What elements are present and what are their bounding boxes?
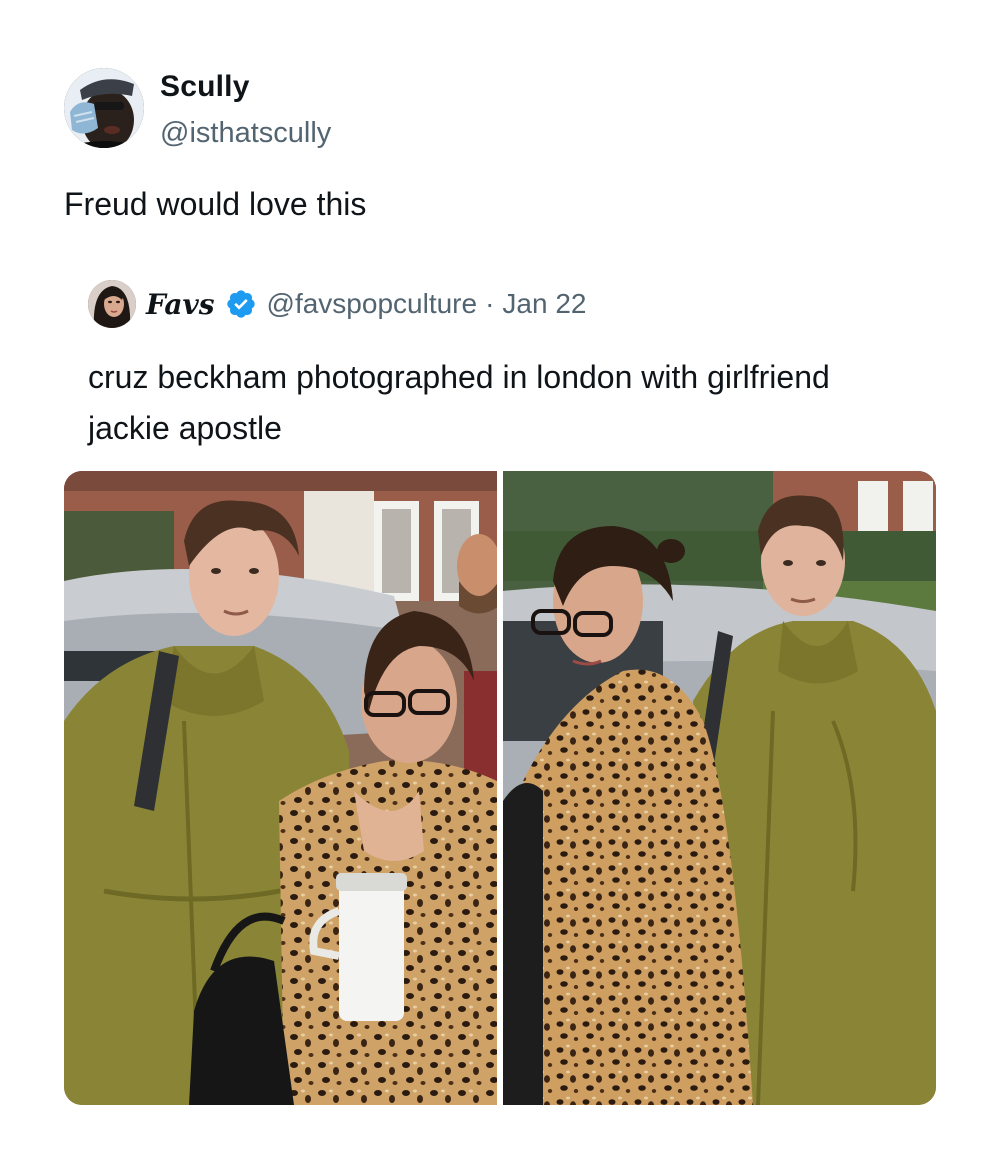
quoted-tweet-text: cruz beckham photographed in london with… [88, 359, 830, 446]
photo-right-image [503, 471, 936, 1105]
quoted-author-handle[interactable]: @favspopculture [267, 288, 478, 320]
photo-left[interactable] [64, 471, 497, 1105]
quoted-avatar-image [88, 280, 136, 328]
photo-left-image [64, 471, 497, 1105]
quoted-author-avatar[interactable] [88, 280, 136, 328]
tweet-text: Freud would love this [64, 186, 367, 222]
author-avatar[interactable] [64, 68, 144, 148]
tweet-card: Scully @isthatscully Freud would love th… [0, 0, 1000, 1170]
quoted-author-name[interactable]: Favs [146, 288, 215, 321]
author-handle[interactable]: @isthatscully [160, 117, 331, 150]
photo-right[interactable] [503, 471, 936, 1105]
media-grid [64, 471, 936, 1105]
quoted-tweet-header[interactable]: Favs @favspopculture · Jan 22 [88, 279, 586, 329]
quoted-tweet-date[interactable]: Jan 22 [502, 288, 586, 320]
verified-badge-icon [226, 290, 255, 318]
separator-dot: · [485, 288, 495, 319]
author-avatar-image [64, 68, 144, 148]
author-name[interactable]: Scully [160, 70, 250, 104]
